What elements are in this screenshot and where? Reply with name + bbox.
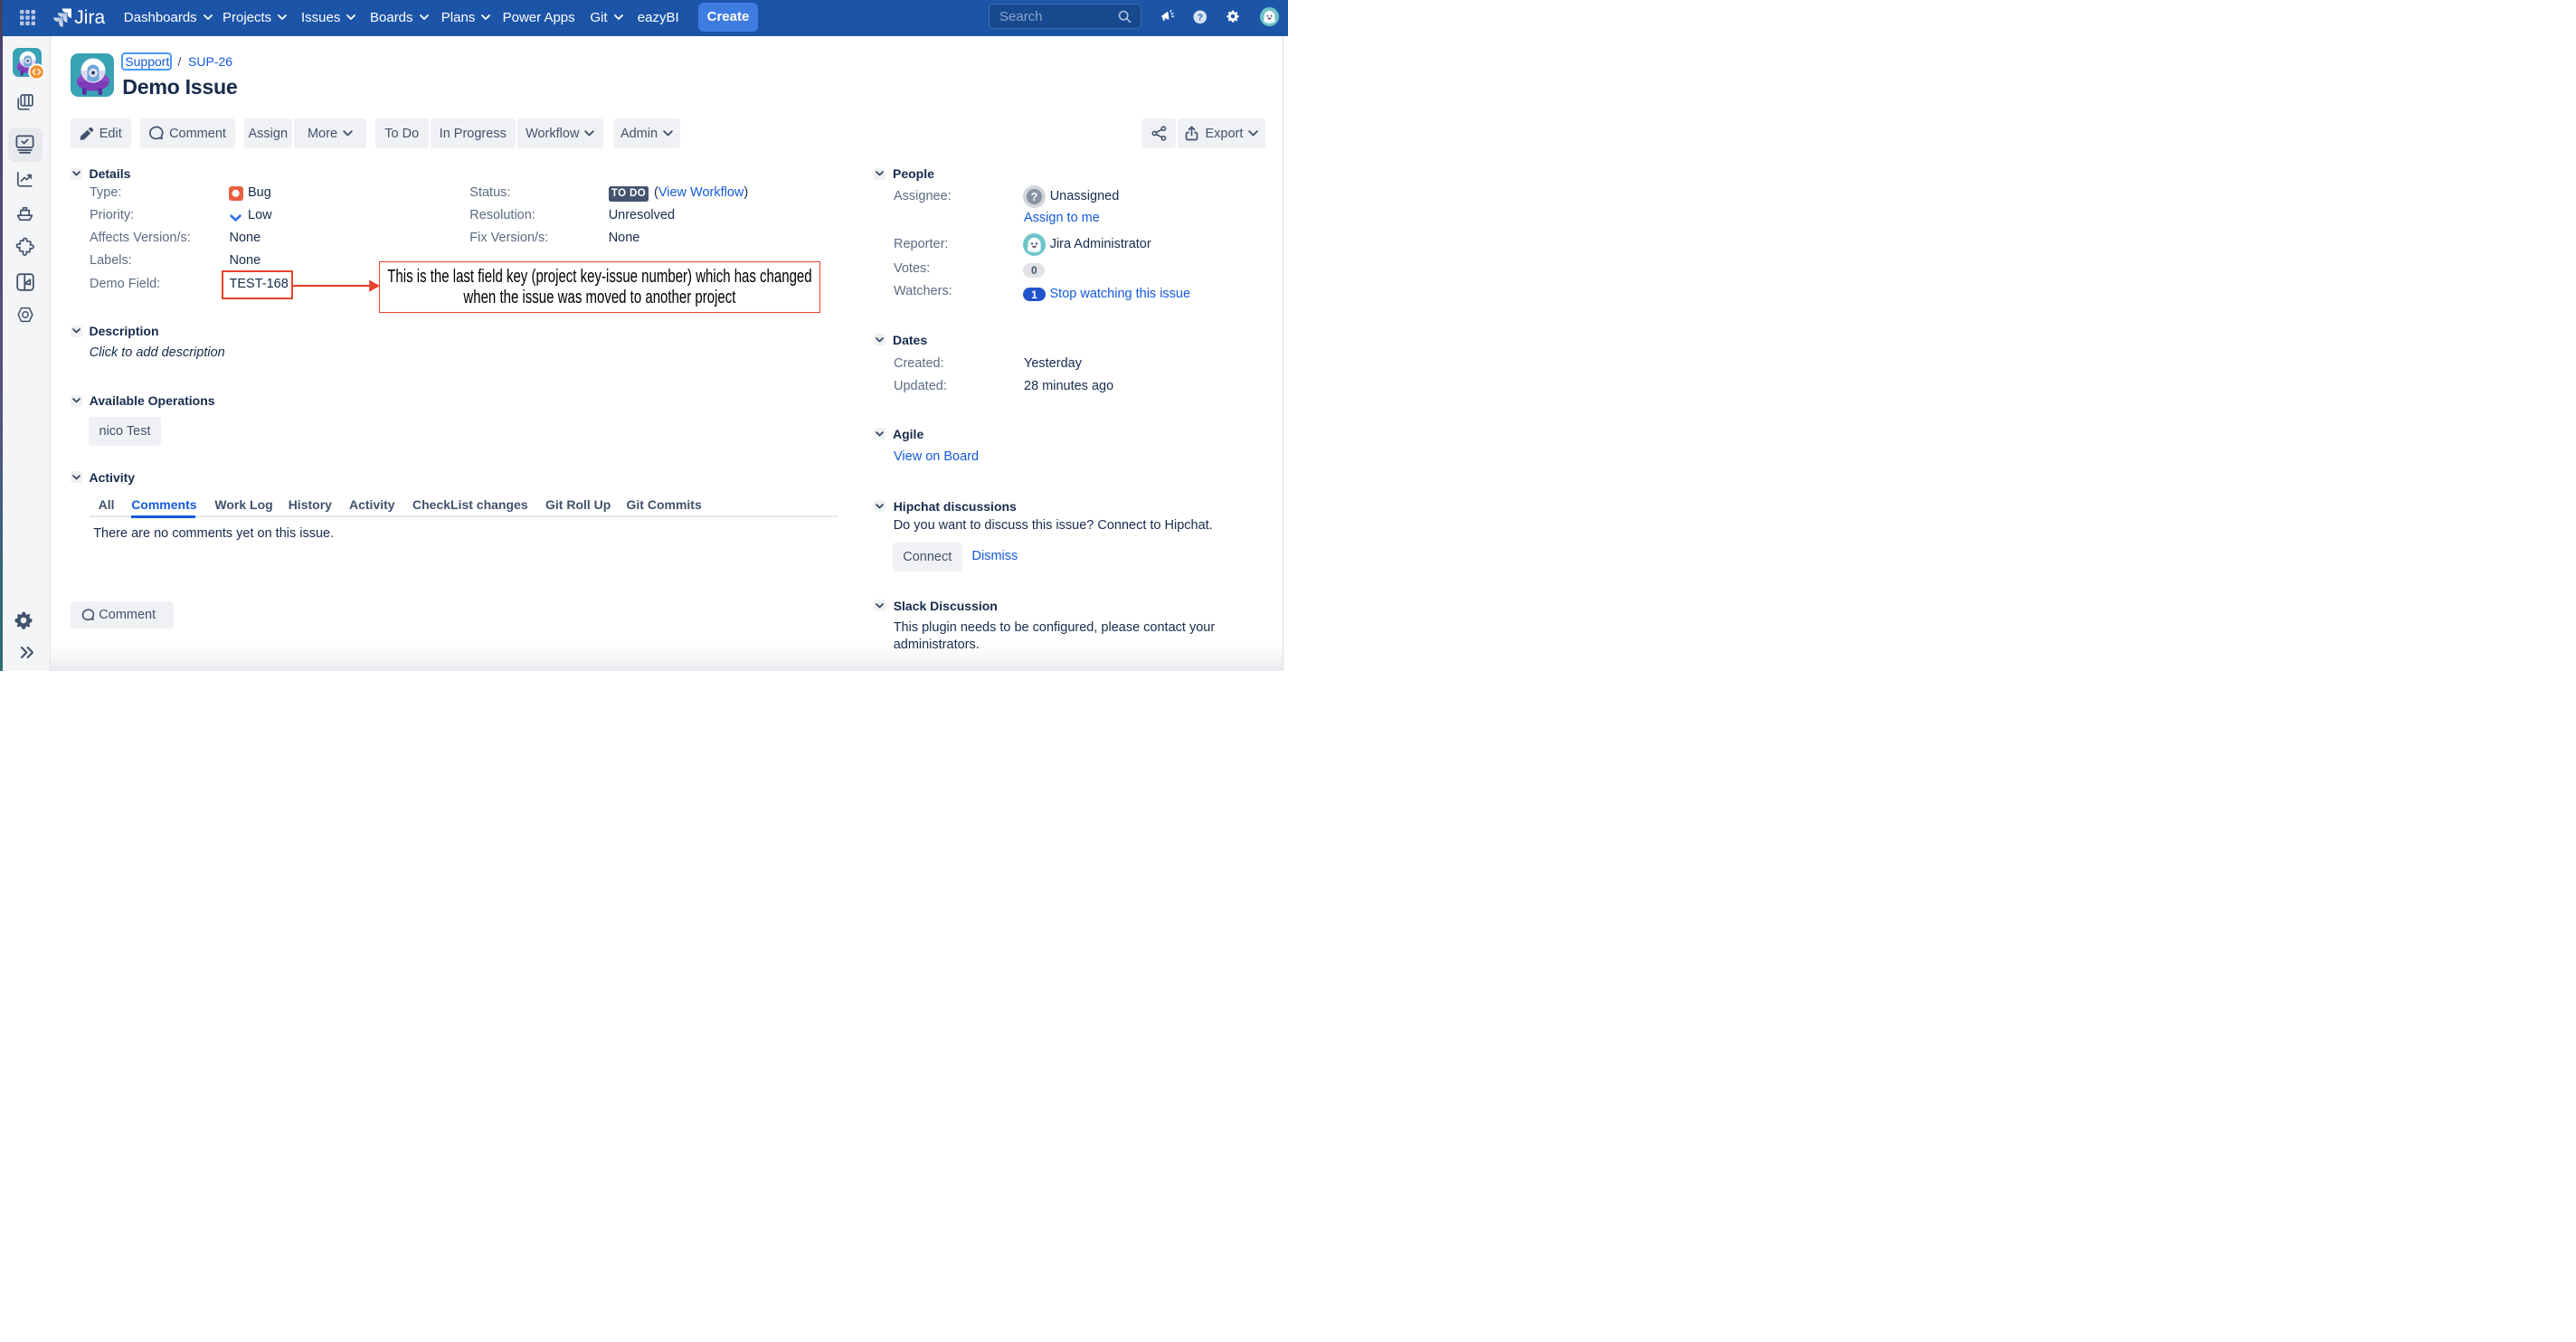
svg-text:?: ? (1031, 191, 1038, 203)
svg-text:?: ? (1198, 13, 1203, 23)
